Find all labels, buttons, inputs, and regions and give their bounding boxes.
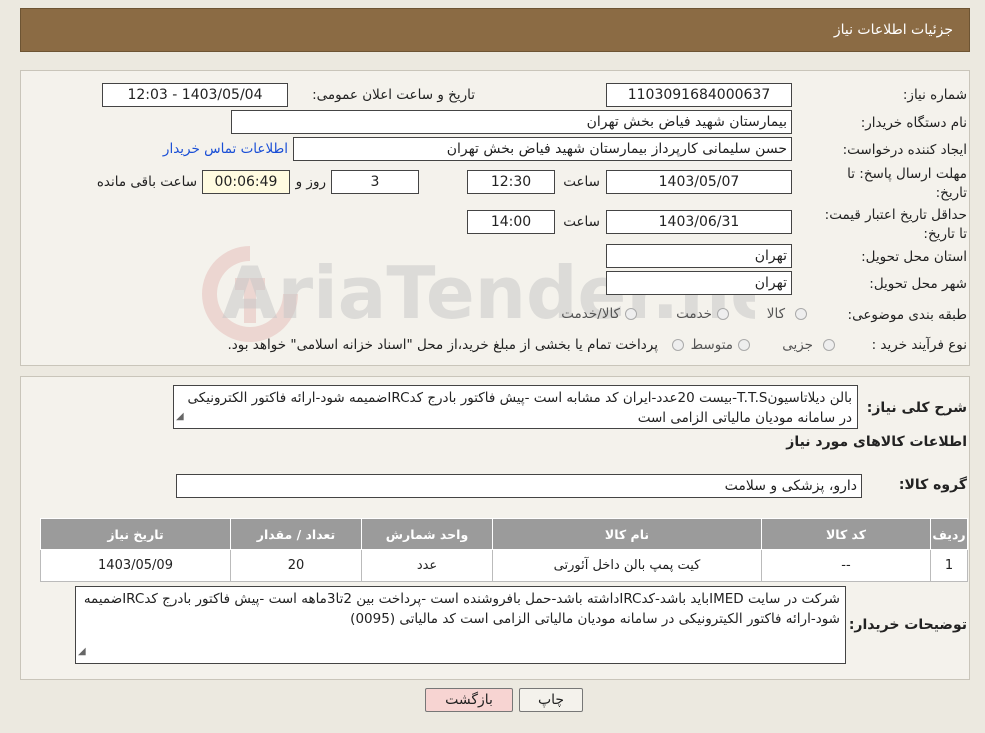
deadline-time-label: ساعت: [563, 174, 600, 190]
validity-date-field: 1403/06/31: [606, 210, 792, 234]
need-number-label: شماره نیاز:: [902, 87, 967, 103]
goods-table: ردیف کد کالا نام کالا واحد شمارش تعداد /…: [40, 518, 968, 582]
cell-unit: عدد: [361, 549, 493, 582]
description-text: بالن دیلاتاسیونT.T.S-بیست 20عدد-ایران کد…: [187, 390, 852, 426]
buyer-notes-textarea[interactable]: شرکت در سایت IMEDباید باشد-کدIRCداشته با…: [75, 586, 846, 664]
print-button[interactable]: چاپ: [519, 688, 583, 712]
table-row[interactable]: 1 -- کیت پمپ بالن داخل آئورتی عدد 20 140…: [40, 549, 968, 582]
resize-grip-icon[interactable]: ◢: [78, 642, 86, 662]
buyer-notes-text: شرکت در سایت IMEDباید باشد-کدIRCداشته با…: [83, 591, 840, 627]
deadline-time-field: 12:30: [467, 170, 555, 194]
process-medium-label: متوسط: [690, 337, 733, 353]
description-label: شرح کلی نیاز:: [866, 400, 967, 416]
description-textarea[interactable]: بالن دیلاتاسیونT.T.S-بیست 20عدد-ایران کد…: [173, 385, 858, 429]
process-minor-radio[interactable]: [823, 339, 835, 351]
cell-row: 1: [930, 549, 968, 582]
countdown-timer: 00:06:49: [202, 170, 290, 194]
cell-date: 1403/05/09: [40, 549, 231, 582]
category-both-label: کالا/خدمت: [561, 306, 620, 322]
remaining-label: ساعت باقی مانده: [96, 174, 197, 190]
col-date: تاریخ نیاز: [40, 518, 231, 550]
province-field: تهران: [606, 244, 792, 268]
payment-checkbox[interactable]: [672, 339, 684, 351]
goods-group-field: دارو، پزشکی و سلامت: [176, 474, 862, 498]
buyer-label: نام دستگاه خریدار:: [860, 115, 967, 131]
need-number-field: 1103091684000637: [606, 83, 792, 107]
process-minor-label: جزیی: [782, 337, 813, 353]
announce-field: 1403/05/04 - 12:03: [102, 83, 288, 107]
buyer-field: بیمارستان شهید فیاض بخش تهران: [231, 110, 792, 134]
resize-grip-icon[interactable]: ◢: [176, 407, 184, 427]
page-header: جزئیات اطلاعات نیاز: [20, 8, 970, 52]
deadline-label: مهلت ارسال پاسخ: تا تاریخ:: [847, 166, 967, 201]
goods-group-label: گروه کالا:: [898, 477, 967, 493]
back-button[interactable]: بازگشت: [425, 688, 513, 712]
cell-qty: 20: [230, 549, 362, 582]
category-goods-label: کالا: [766, 306, 785, 322]
province-label: استان محل تحویل:: [861, 249, 967, 265]
validity-time-label: ساعت: [563, 214, 600, 230]
col-name: نام کالا: [492, 518, 762, 550]
cell-code: --: [761, 549, 931, 582]
validity-time-field: 14:00: [467, 210, 555, 234]
city-field: تهران: [606, 271, 792, 295]
buyer-notes-label: توضیحات خریدار:: [848, 617, 967, 633]
process-label: نوع فرآیند خرید :: [871, 337, 967, 353]
days-remaining-field: 3: [331, 170, 419, 194]
category-service-label: خدمت: [676, 306, 712, 322]
col-unit: واحد شمارش: [361, 518, 493, 550]
category-label: طبقه بندی موضوعی:: [847, 307, 967, 323]
validity-label: حداقل تاریخ اعتبار قیمت: تا تاریخ:: [824, 207, 967, 242]
category-goods-radio[interactable]: [795, 308, 807, 320]
creator-label: ایجاد کننده درخواست:: [842, 142, 967, 158]
creator-field: حسن سلیمانی کارپرداز بیمارستان شهید فیاض…: [293, 137, 792, 161]
page-title: جزئیات اطلاعات نیاز: [833, 22, 953, 38]
col-code: کد کالا: [761, 518, 931, 550]
category-service-radio[interactable]: [717, 308, 729, 320]
city-label: شهر محل تحویل:: [869, 276, 967, 292]
days-label: روز و: [295, 174, 326, 190]
col-row: ردیف: [930, 518, 968, 550]
announce-label: تاریخ و ساعت اعلان عمومی:: [312, 87, 475, 103]
cell-name: کیت پمپ بالن داخل آئورتی: [492, 549, 762, 582]
buyer-contact-link[interactable]: اطلاعات تماس خریدار: [163, 141, 288, 157]
col-qty: تعداد / مقدار: [230, 518, 362, 550]
deadline-date-field: 1403/05/07: [606, 170, 792, 194]
category-both-radio[interactable]: [625, 308, 637, 320]
goods-table-header: ردیف کد کالا نام کالا واحد شمارش تعداد /…: [40, 518, 968, 550]
goods-section-title: اطلاعات کالاهای مورد نیاز: [786, 434, 967, 450]
payment-note: پرداخت تمام یا بخشی از مبلغ خرید،از محل …: [227, 337, 658, 353]
process-medium-radio[interactable]: [738, 339, 750, 351]
